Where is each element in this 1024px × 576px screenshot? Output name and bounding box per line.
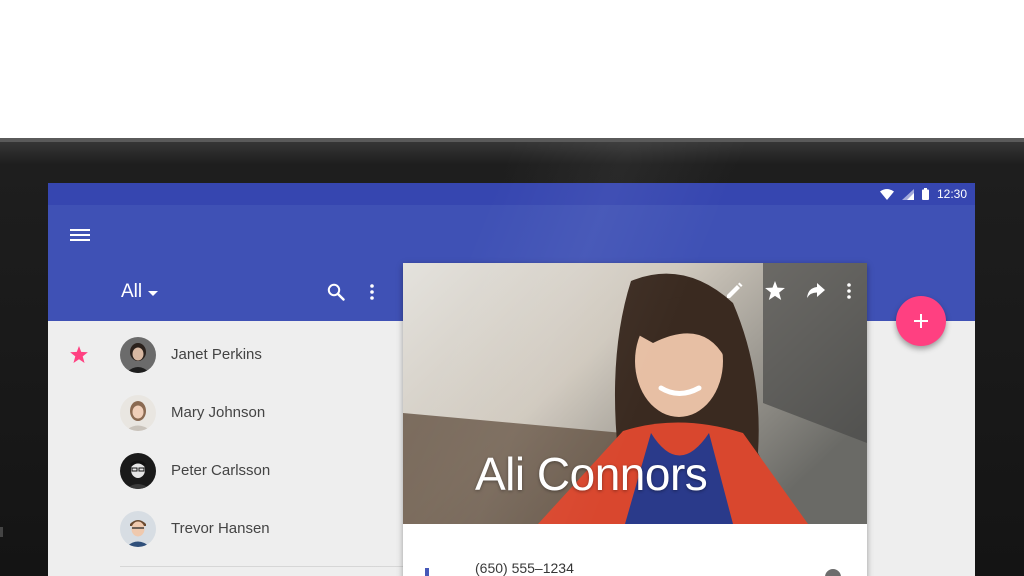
star-icon[interactable] xyxy=(765,281,785,300)
share-icon[interactable] xyxy=(807,283,825,298)
device-screen: 12:30 All Janet Perkins Mary Johnson Pet… xyxy=(48,183,975,576)
menu-icon[interactable] xyxy=(70,227,90,243)
contact-name: Peter Carlsson xyxy=(171,462,271,479)
status-time: 12:30 xyxy=(936,187,967,201)
device-bezel-edge xyxy=(0,138,1024,142)
edit-icon[interactable] xyxy=(725,282,743,300)
dropdown-caret-icon xyxy=(148,290,159,296)
battery-icon xyxy=(921,188,929,200)
more-vert-icon[interactable] xyxy=(847,282,851,299)
avatar xyxy=(120,395,156,431)
more-vert-icon[interactable] xyxy=(370,284,374,300)
contact-row[interactable]: Mary Johnson xyxy=(48,384,403,442)
contact-row[interactable]: Peter Carlsson xyxy=(48,442,403,500)
list-divider xyxy=(120,566,403,567)
phone-number: (650) 555–1234 xyxy=(475,560,574,576)
message-icon[interactable] xyxy=(825,569,841,576)
status-bar: 12:30 xyxy=(48,183,975,205)
device-sensor xyxy=(0,527,3,537)
add-contact-button[interactable] xyxy=(896,296,946,346)
contact-name: Janet Perkins xyxy=(171,346,262,363)
search-icon[interactable] xyxy=(327,283,345,301)
contact-title: Ali Connors xyxy=(475,448,708,500)
wifi-icon xyxy=(879,188,894,200)
filter-dropdown[interactable]: All xyxy=(121,281,159,303)
filter-label: All xyxy=(121,281,143,302)
card-toolbar xyxy=(725,281,851,300)
contact-name: Trevor Hansen xyxy=(171,520,270,537)
phone-row[interactable]: (650) 555–1234 xyxy=(403,524,867,576)
add-icon xyxy=(914,314,928,328)
avatar xyxy=(120,453,156,489)
contact-detail-card: Ali Connors (650) 555–1234 xyxy=(403,263,867,576)
phone-icon xyxy=(425,568,429,576)
contact-row[interactable]: Janet Perkins xyxy=(48,326,403,384)
contact-row[interactable]: Trevor Hansen xyxy=(48,500,403,558)
contact-list: Janet Perkins Mary Johnson Peter Carlsso… xyxy=(48,321,403,576)
signal-icon xyxy=(901,188,914,200)
star-icon xyxy=(70,346,88,363)
avatar xyxy=(120,511,156,547)
contact-name: Mary Johnson xyxy=(171,404,266,421)
avatar xyxy=(120,337,156,373)
